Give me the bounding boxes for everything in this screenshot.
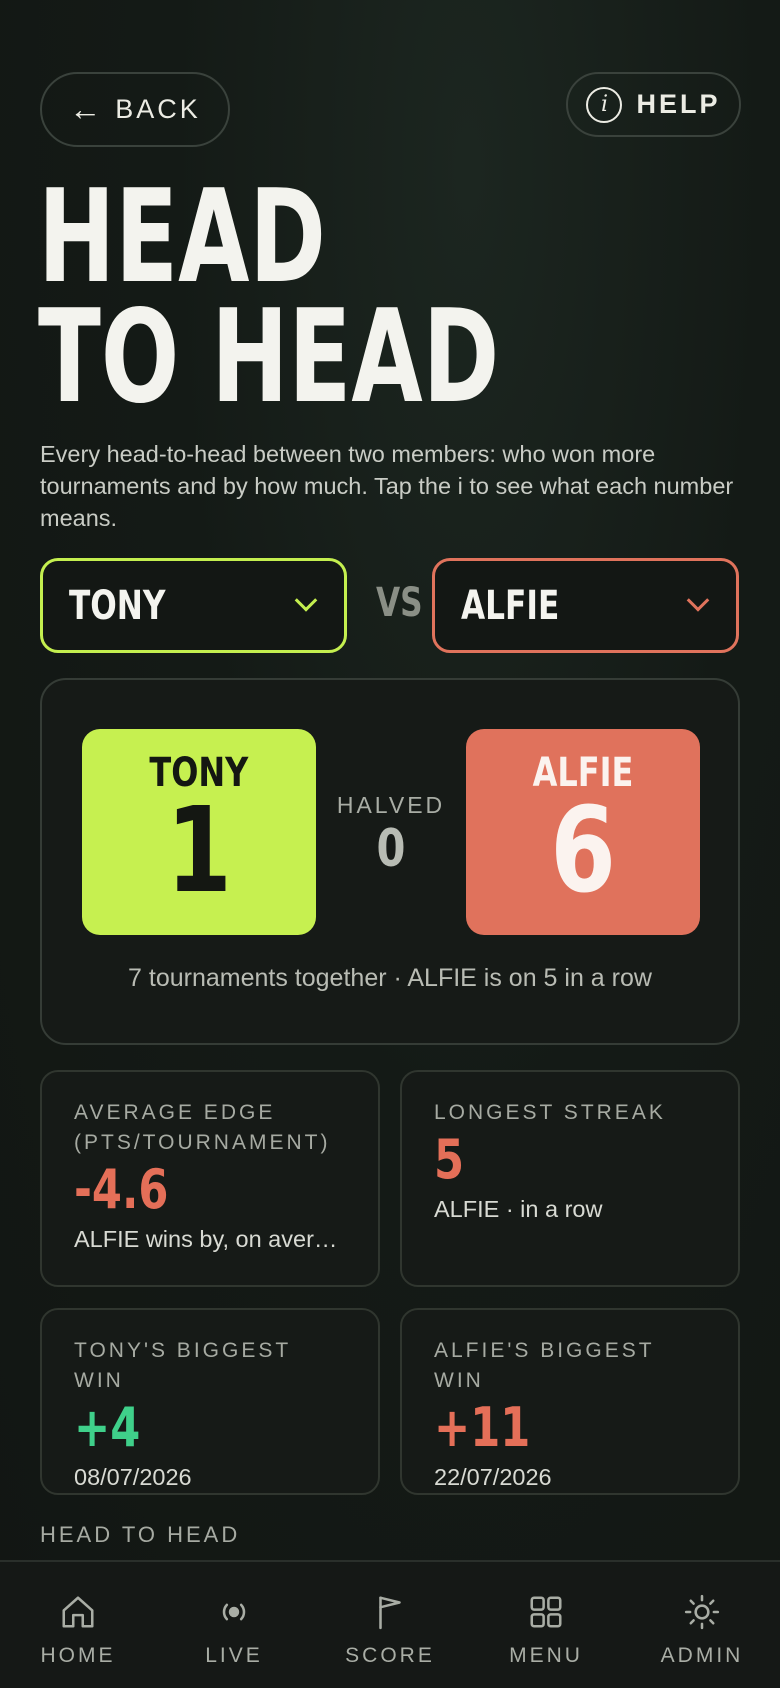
stat-card-alfie-biggest-win: ALFIE'S BIGGEST WIN +11 22/07/2026	[400, 1308, 740, 1495]
home-icon	[58, 1592, 98, 1632]
stat-value: -4.6	[74, 1158, 169, 1221]
stat-card-tony-biggest-win: TONY'S BIGGEST WIN +4 08/07/2026	[40, 1308, 380, 1495]
stat-label: AVERAGE EDGE (PTS/TOURNAMENT)	[74, 1101, 331, 1154]
info-icon: i	[586, 86, 623, 123]
page-title: HEAD TO HEAD	[38, 163, 500, 432]
page-title-line-1: HEAD	[38, 163, 326, 312]
score-summary: 7 tournaments together · ALFIE is on 5 i…	[128, 964, 652, 992]
vs-label: VS	[375, 580, 423, 626]
score-box-left-value: 1	[166, 781, 232, 919]
stat-label: TONY'S BIGGEST WIN	[74, 1339, 291, 1392]
sun-icon	[682, 1592, 722, 1632]
nav-item-live[interactable]: LIVE	[164, 1592, 304, 1668]
stat-card-longest-streak: LONGEST STREAK 5 ALFIE · in a row	[400, 1070, 740, 1287]
stat-sub: 22/07/2026	[434, 1464, 552, 1490]
player-select-left[interactable]: TONY	[40, 558, 347, 653]
player-select-right-value: ALFIE	[461, 582, 560, 629]
nav-label: MENU	[509, 1644, 583, 1667]
chevron-down-icon	[294, 588, 318, 612]
stat-value: 5	[434, 1128, 465, 1191]
page-description: Every head-to-head between two members: …	[40, 441, 734, 531]
score-box-right: ALFIE 6	[466, 729, 700, 935]
nav-item-home[interactable]: HOME	[8, 1592, 148, 1668]
player-select-right[interactable]: ALFIE	[432, 558, 739, 653]
stat-sub: ALFIE · in a row	[434, 1196, 603, 1222]
chevron-down-icon	[686, 588, 710, 612]
nav-label: LIVE	[205, 1644, 263, 1667]
nav-item-menu[interactable]: MENU	[476, 1592, 616, 1668]
stat-value: +4	[74, 1396, 141, 1459]
help-label: HELP	[636, 89, 721, 119]
stat-value: +11	[434, 1396, 531, 1459]
halved-value: 0	[376, 819, 406, 879]
nav-item-admin[interactable]: ADMIN	[632, 1592, 772, 1668]
score-card: TONY 1 HALVED 0 ALFIE 6 7 tournaments to…	[40, 678, 740, 1045]
stat-label: ALFIE'S BIGGEST WIN	[434, 1339, 655, 1392]
stat-label: LONGEST STREAK	[434, 1101, 666, 1124]
help-button[interactable]: i HELP	[566, 72, 741, 137]
nav-label: SCORE	[345, 1644, 435, 1667]
nav-label: HOME	[40, 1644, 116, 1667]
bottom-nav: HOME LIVE SCORE MENU ADMIN	[0, 1560, 780, 1688]
nav-label: ADMIN	[660, 1644, 744, 1667]
flag-icon	[370, 1592, 410, 1632]
back-arrow-icon: ←	[69, 91, 102, 127]
section-heading: HEAD TO HEAD	[40, 1522, 241, 1547]
page-title-line-2: TO HEAD	[38, 283, 500, 432]
grid-icon	[526, 1592, 566, 1632]
live-icon	[214, 1592, 254, 1632]
player-select-left-value: TONY	[69, 582, 166, 629]
score-box-right-value: 6	[550, 781, 616, 919]
nav-item-score[interactable]: SCORE	[320, 1592, 460, 1668]
stat-sub: ALFIE wins by, on average 4.6	[74, 1226, 346, 1252]
halved-label: HALVED	[336, 792, 446, 818]
back-button[interactable]: ← BACK	[40, 72, 230, 147]
stat-card-average-edge: AVERAGE EDGE (PTS/TOURNAMENT) -4.6 ALFIE…	[40, 1070, 380, 1287]
halved-block: HALVED 0	[316, 792, 466, 879]
stat-sub: 08/07/2026	[74, 1464, 192, 1490]
back-label: BACK	[115, 94, 201, 124]
score-box-left: TONY 1	[82, 729, 316, 935]
